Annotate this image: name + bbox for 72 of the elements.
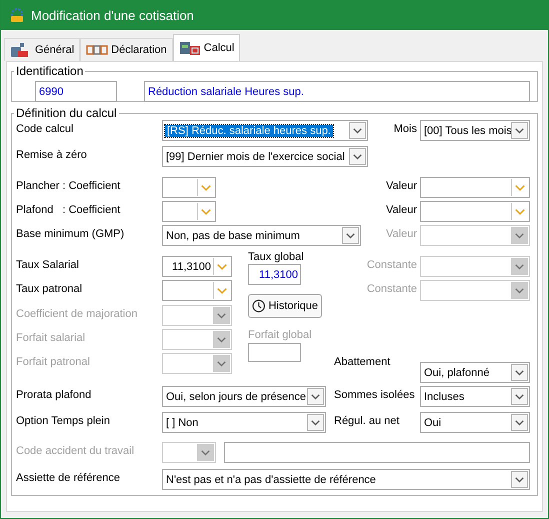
field-label: Taux Salarial	[16, 258, 80, 271]
field-label: Assiette de référence	[16, 471, 121, 484]
dropdown-field[interactable]: Incluses	[420, 386, 530, 407]
window-title: Modification d'une cotisation	[31, 8, 194, 22]
dropdown-field[interactable]: N'est pas et n'a pas d'assiette de référence	[162, 469, 530, 490]
rate-field[interactable]: 11,3100	[248, 264, 301, 285]
chevron-down-icon	[213, 331, 230, 348]
chevron-down-icon	[511, 227, 528, 244]
field-label: Prorata plafond	[16, 388, 92, 401]
dropdown-field[interactable]	[162, 177, 216, 198]
history-button[interactable]: Historique	[248, 294, 322, 318]
field-label: Plancher : Coefficient	[16, 179, 122, 192]
chevron-down-icon	[197, 444, 214, 461]
chevron-down-icon	[213, 355, 230, 372]
field-label: Régul. au net	[334, 414, 400, 427]
dropdown-field[interactable]	[420, 177, 530, 198]
dropdown-field[interactable]: [99] Dernier mois de l'exercice social	[162, 146, 368, 167]
dropdown-field[interactable]: [00] Tous les mois	[420, 120, 530, 141]
group-title: Définition du calcul	[15, 106, 118, 120]
chevron-down-icon	[342, 227, 359, 244]
field-label: Valeur	[386, 179, 418, 192]
field-label: Abattement	[334, 355, 392, 368]
chevron-down-icon	[307, 414, 324, 431]
dropdown-field[interactable]: [RS] Réduc. salariale heures sup.	[162, 120, 368, 141]
chevron-down-icon	[307, 388, 324, 405]
field-label: Plafond : Coefficient	[16, 203, 122, 216]
field-label: Base minimum (GMP)	[16, 227, 126, 240]
text-field[interactable]	[224, 442, 530, 463]
dropdown-field[interactable]: Oui	[420, 412, 530, 433]
field-label: Code calcul	[16, 122, 74, 135]
clock-icon	[252, 297, 266, 315]
chevron-down-icon	[511, 388, 528, 405]
chevron-down-icon	[213, 307, 230, 324]
dropdown-field[interactable]: Oui, selon jours de présence	[162, 386, 326, 407]
dropdown-field[interactable]: Non, pas de base minimum	[162, 225, 361, 246]
field-label: Mois	[394, 122, 418, 135]
field-label: Constante	[366, 258, 418, 271]
calculator-icon	[178, 40, 201, 56]
text-field[interactable]	[248, 343, 301, 362]
code-field[interactable]: 6990	[35, 81, 117, 102]
chevron-down-icon	[511, 471, 528, 488]
field-label: Taux patronal	[16, 282, 84, 295]
field-label: Sommes isolées	[334, 388, 416, 401]
field-label: Valeur	[386, 203, 418, 216]
name-field[interactable]: Réduction salariale Heures sup.	[144, 81, 530, 102]
chevron-down-icon	[349, 122, 366, 139]
chevron-down-icon	[511, 282, 528, 299]
dropdown-field[interactable]	[420, 201, 530, 222]
chevron-down-icon	[511, 258, 528, 275]
dropdown-field[interactable]	[162, 201, 216, 222]
field-label: Remise à zéro	[16, 148, 88, 161]
group-title: Identification	[15, 64, 84, 78]
field-label: Taux global	[248, 251, 304, 263]
field-label: Option Temps plein	[16, 414, 111, 427]
field-label: Forfait patronal	[16, 355, 91, 368]
chevron-down-icon	[511, 122, 528, 139]
field-label: Forfait salarial	[16, 331, 86, 344]
dropdown-field[interactable]: 11,3100	[162, 256, 232, 277]
dropdown-field[interactable]	[162, 280, 232, 301]
tab[interactable]: Déclaration	[80, 38, 173, 61]
field-label: Code accident du travail	[16, 444, 136, 457]
app-logo-icon	[9, 7, 25, 23]
dropdown-field[interactable]: [ ] Non	[162, 412, 326, 433]
chevron-down-icon	[349, 148, 366, 165]
field-label: Forfait global	[248, 329, 312, 341]
field-label: Valeur	[386, 227, 418, 240]
chevron-down-icon	[511, 364, 528, 381]
tab[interactable]: Calcul	[172, 34, 240, 61]
tab[interactable]: Général	[4, 38, 80, 61]
field-label: Coefficient de majoration	[16, 307, 138, 320]
field-label: Constante	[366, 282, 418, 295]
chevron-down-icon	[511, 414, 528, 431]
